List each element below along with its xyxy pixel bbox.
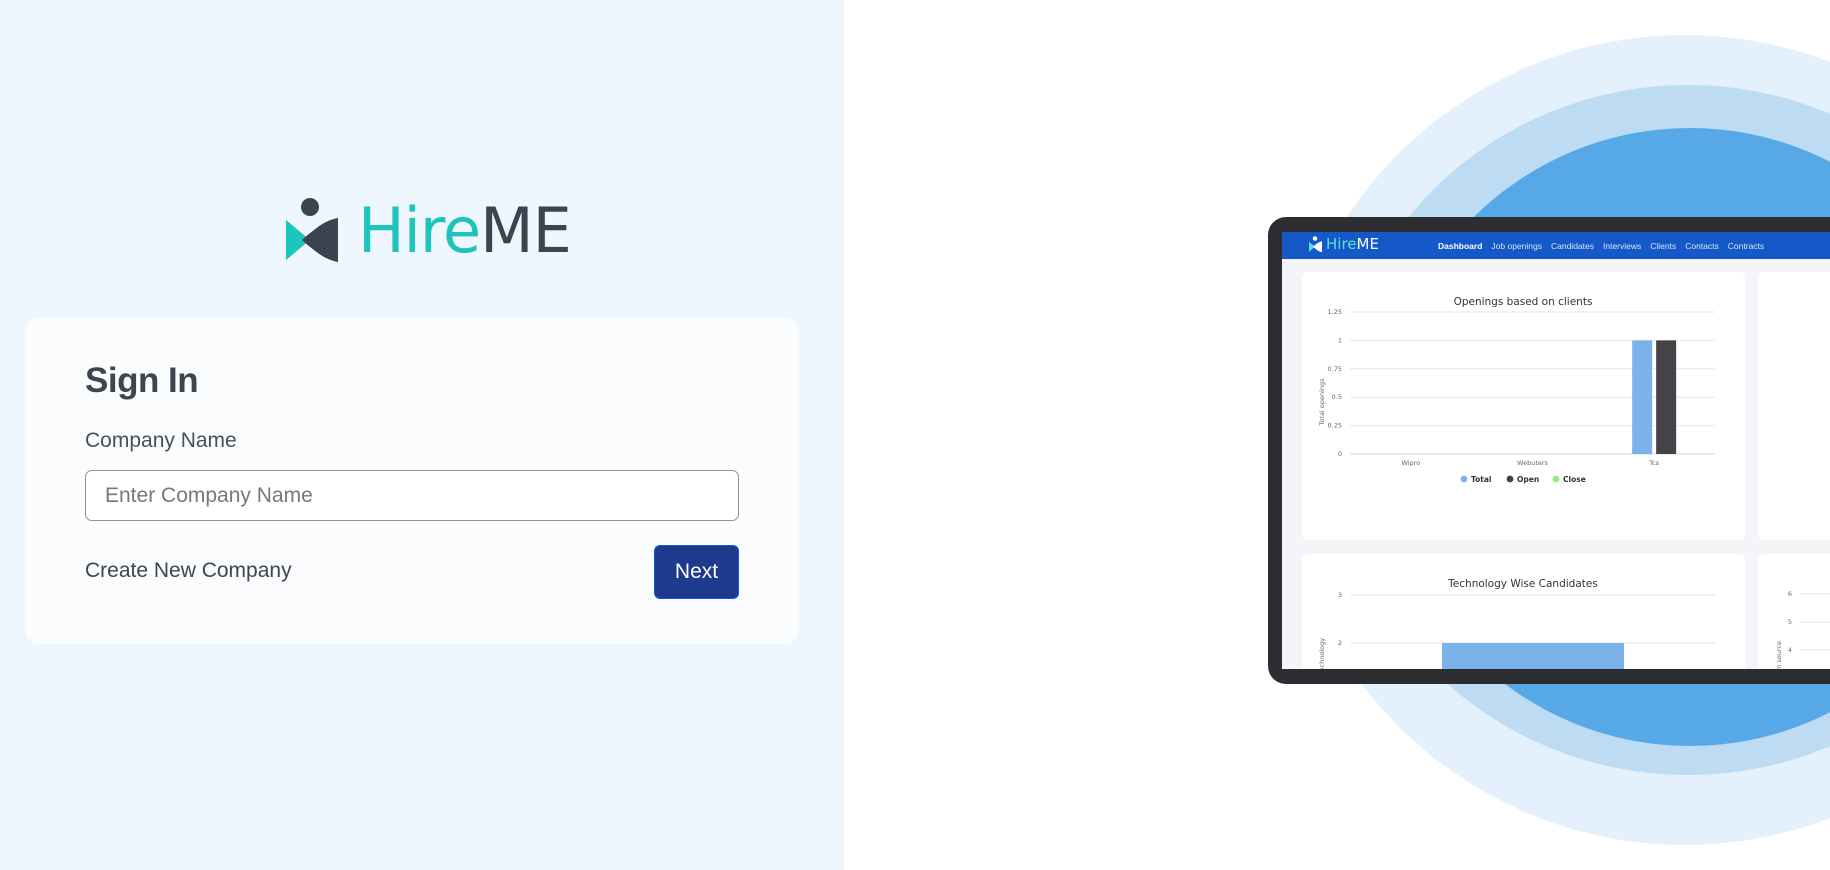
preview-nav-contacts: Contacts	[1685, 240, 1719, 251]
legend-label-open: Open	[1517, 475, 1539, 484]
dashboard-preview-illustration: HireME Dashboard Job openings Candidates…	[844, 0, 1830, 870]
preview-logo-icon	[1309, 236, 1322, 253]
openings-bar-total	[1632, 340, 1653, 454]
tablet-mockup: HireME Dashboard Job openings Candidates…	[1268, 217, 1830, 684]
openings-chart: Openings based on clients Total openings…	[1318, 296, 1715, 484]
openings-chart-y-ticks: 0 0.25 0.5 0.75 1 1.25	[1328, 308, 1342, 458]
technology-chart-bars	[1442, 643, 1624, 669]
technology-chart: Technology Wise Candidates technology 23	[1318, 578, 1715, 669]
source-y-tick-label: 6	[1788, 590, 1792, 598]
openings-y-tick-label: 0.75	[1328, 365, 1342, 373]
sign-in-title: Sign In	[85, 361, 199, 400]
sign-in-card: Sign In Company Name Create New Company …	[25, 317, 799, 644]
preview-nav-clients: Clients	[1650, 240, 1677, 251]
openings-x-tick-label: Tcs	[1648, 459, 1659, 467]
legend-label-close: Close	[1563, 475, 1586, 484]
source-chart-panel: om source 6 5 4	[1758, 554, 1830, 669]
openings-chart-panel: Openings based on clients Total openings…	[1302, 272, 1745, 540]
openings-chart-legend: Total Open Close	[1460, 475, 1586, 484]
openings-y-tick-label: 0.5	[1332, 393, 1342, 401]
source-y-tick-label: 4	[1788, 646, 1792, 654]
logo-wordmark: HireME	[358, 200, 572, 262]
openings-chart-title: Openings based on clients	[1454, 296, 1593, 308]
preview-nav-interviews: Interviews	[1603, 240, 1642, 251]
legend-marker-close	[1552, 475, 1560, 483]
legend-marker-total	[1460, 475, 1468, 483]
openings-y-tick-label: 0.25	[1328, 422, 1342, 430]
create-new-company-link[interactable]: Create New Company	[85, 559, 292, 583]
openings-y-tick-label: 1	[1338, 336, 1342, 344]
openings-chart-y-axis-label: Total openings	[1318, 378, 1326, 427]
source-chart: om source 6 5 4	[1775, 590, 1830, 669]
preview-nav-links: Dashboard Job openings Candidates Interv…	[1438, 232, 1764, 259]
next-button[interactable]: Next	[654, 545, 739, 599]
logo-text-me: ME	[480, 194, 572, 267]
hireme-logo-icon	[286, 198, 338, 262]
openings-chart-x-ticks: Wipro Webuters Tcs	[1401, 459, 1659, 467]
company-name-input[interactable]	[85, 470, 739, 521]
sign-in-pane: HireME Sign In Company Name Create New C…	[0, 0, 844, 870]
openings-y-tick-label: 1.25	[1328, 308, 1342, 316]
openings-x-tick-label: Webuters	[1517, 459, 1549, 467]
preview-logo-me: ME	[1356, 235, 1379, 253]
technology-chart-y-axis-label: technology	[1318, 638, 1326, 669]
preview-logo: HireME	[1309, 236, 1379, 253]
preview-nav-contracts: Contracts	[1727, 240, 1765, 251]
preview-navbar: HireME Dashboard Job openings Candidates…	[1282, 232, 1830, 259]
hireme-logo: HireME	[286, 198, 572, 264]
technology-y-tick-label: 2	[1338, 639, 1342, 647]
preview-logo-hire: Hire	[1326, 235, 1357, 253]
legend-marker-open	[1506, 475, 1514, 483]
technology-chart-panel: Technology Wise Candidates technology 23	[1302, 554, 1745, 669]
technology-chart-title: Technology Wise Candidates	[1447, 578, 1598, 590]
source-chart-y-axis-label: om source	[1775, 641, 1783, 669]
preview-nav-dashboard: Dashboard	[1438, 240, 1483, 251]
openings-bar-open	[1656, 340, 1677, 454]
legend-label-total: Total	[1471, 475, 1492, 484]
preview-nav-job-openings: Job openings	[1491, 240, 1542, 251]
openings-x-tick-label: Wipro	[1401, 459, 1420, 467]
tablet-screen: HireME Dashboard Job openings Candidates…	[1282, 232, 1830, 669]
preview-nav-candidates: Candidates	[1550, 240, 1594, 251]
technology-chart-grid	[1350, 594, 1715, 644]
source-y-tick-label: 5	[1788, 618, 1792, 626]
company-name-label: Company Name	[85, 429, 237, 452]
logo-text-hire: Hire	[358, 194, 481, 267]
technology-y-tick-label: 3	[1338, 591, 1342, 599]
openings-y-tick-label: 0	[1338, 450, 1342, 458]
preview-right-panel-top	[1758, 272, 1830, 540]
technology-chart-y-ticks: 23	[1338, 591, 1342, 647]
source-chart-y-ticks: 6 5 4	[1788, 590, 1792, 654]
source-chart-grid	[1800, 593, 1830, 651]
technology-bar	[1442, 643, 1624, 669]
preview-logo-text: HireME	[1326, 237, 1379, 252]
